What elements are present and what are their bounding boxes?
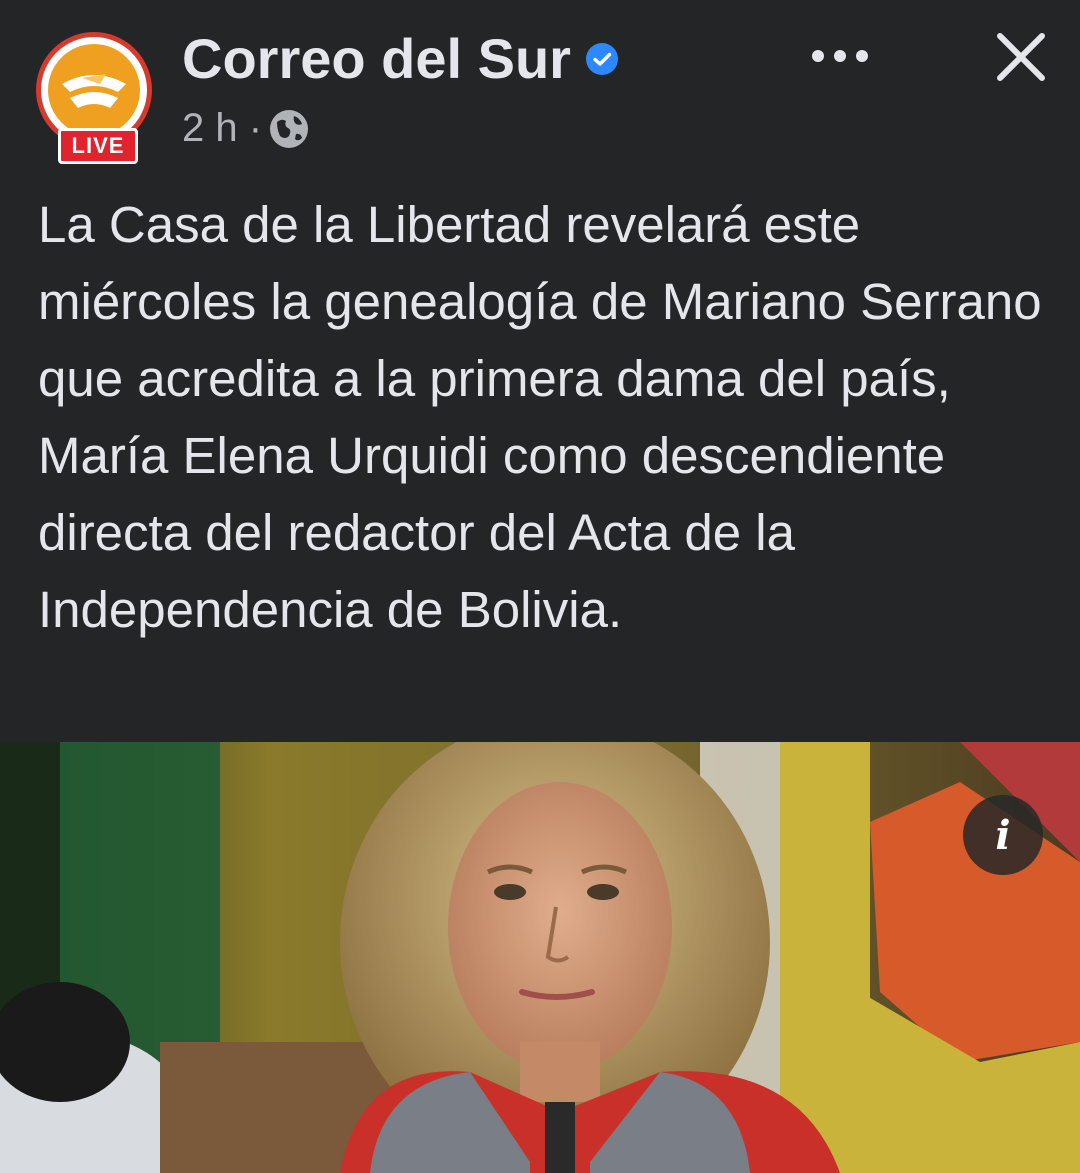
post-text: La Casa de la Libertad revelará este mié… [38,196,1042,638]
post-card: LIVE Correo del Sur 2 h · La Casa de la … [0,0,1080,1173]
more-options-icon [808,48,872,69]
globe-icon [268,108,310,150]
post-header: LIVE Correo del Sur 2 h · [0,0,1080,180]
close-button[interactable] [986,24,1056,94]
close-icon [994,30,1048,89]
page-name: Correo del Sur [182,27,571,90]
live-badge: LIVE [58,128,138,164]
post-photo[interactable] [0,742,1080,1173]
page-avatar[interactable]: LIVE [34,32,158,172]
verified-badge-icon [585,42,619,76]
post-time[interactable]: 2 h · [182,106,262,151]
info-button[interactable]: i [963,795,1043,875]
page-name-link[interactable]: Correo del Sur [182,26,619,91]
post-meta: 2 h · [182,106,310,151]
photo-illustration [0,742,1080,1173]
more-options-button[interactable] [800,36,880,80]
page-logo-icon [48,44,140,136]
